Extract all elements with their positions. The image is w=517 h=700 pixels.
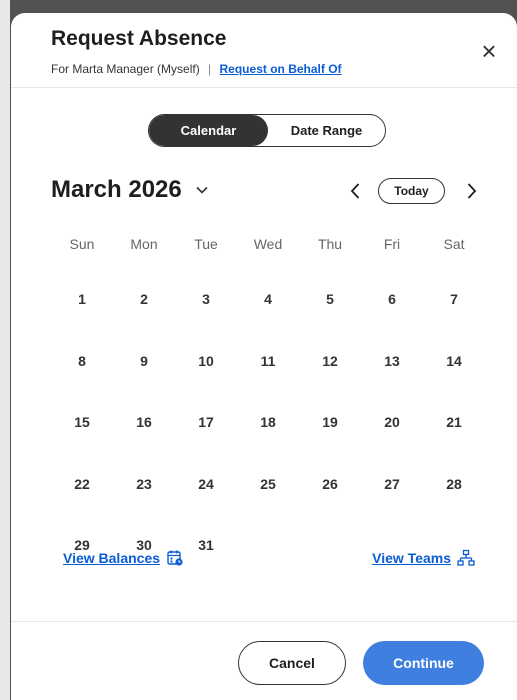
calendar-day[interactable]: 21 <box>423 410 485 434</box>
calendar-day[interactable]: 20 <box>361 410 423 434</box>
view-teams-link[interactable]: View Teams <box>372 549 475 567</box>
calendar-day[interactable]: 25 <box>237 472 299 496</box>
month-label[interactable]: March 2026 <box>51 176 182 204</box>
toggle-calendar[interactable]: Calendar <box>149 115 268 146</box>
view-balances-label: View Balances <box>63 550 161 566</box>
calendar-day[interactable]: 9 <box>113 349 175 373</box>
close-icon[interactable]: × <box>477 38 501 64</box>
calendar-day[interactable]: 11 <box>237 349 299 373</box>
weekday-label: Sat <box>443 236 465 252</box>
dialog-title: Request Absence <box>51 27 227 50</box>
calendar-week: 8 9 10 11 12 13 14 <box>51 349 485 411</box>
continue-button[interactable]: Continue <box>363 641 484 685</box>
weekday-label: Sun <box>69 236 95 252</box>
calendar-day[interactable]: 2 <box>113 287 175 311</box>
calendar-day[interactable]: 22 <box>51 472 113 496</box>
view-balances-link[interactable]: View Balances <box>63 549 184 567</box>
calendar-week: 15 16 17 18 19 20 21 <box>51 410 485 472</box>
chevron-down-icon[interactable] <box>194 182 210 203</box>
calendar-day[interactable]: 15 <box>51 410 113 434</box>
view-toggle: Calendar Date Range <box>148 114 386 147</box>
dialog-footer: Cancel Continue <box>11 621 517 700</box>
calendar-day[interactable]: 24 <box>175 472 237 496</box>
calendar-day[interactable]: 19 <box>299 410 361 434</box>
cancel-button[interactable]: Cancel <box>238 641 346 685</box>
calendar-day[interactable]: 1 <box>51 287 113 311</box>
calendar-day[interactable]: 23 <box>113 472 175 496</box>
month-navigation: March 2026 Today <box>51 176 491 212</box>
calendar-balance-icon <box>167 550 183 566</box>
weekday-label: Thu <box>317 236 343 252</box>
org-chart-icon <box>457 549 475 566</box>
calendar-day[interactable]: 17 <box>175 410 237 434</box>
calendar-day[interactable]: 13 <box>361 349 423 373</box>
dialog-subtitle: For Marta Manager (Myself) | Request on … <box>51 62 342 76</box>
weekday-label: Fri <box>383 236 401 252</box>
weekday-header: Sun Mon Tue Wed Thu Fri Sat <box>51 236 485 252</box>
calendar-day[interactable]: 10 <box>175 349 237 373</box>
calendar-day[interactable]: 4 <box>237 287 299 311</box>
calendar-day[interactable]: 7 <box>423 287 485 311</box>
calendar-day[interactable]: 27 <box>361 472 423 496</box>
chevron-left-icon[interactable] <box>346 181 366 206</box>
calendar-day[interactable]: 5 <box>299 287 361 311</box>
calendar-day[interactable]: 16 <box>113 410 175 434</box>
today-button[interactable]: Today <box>378 178 445 204</box>
calendar-day[interactable]: 26 <box>299 472 361 496</box>
weekday-label: Tue <box>194 236 218 252</box>
weekday-label: Mon <box>130 236 158 252</box>
subtitle-separator: | <box>208 62 212 76</box>
request-absence-dialog: Request Absence For Marta Manager (Mysel… <box>11 13 517 700</box>
view-teams-label: View Teams <box>372 550 451 566</box>
calendar-day[interactable]: 12 <box>299 349 361 373</box>
background-page-strip <box>0 0 10 700</box>
calendar-day[interactable]: 28 <box>423 472 485 496</box>
calendar-week: 1 2 3 4 5 6 7 <box>51 287 485 349</box>
calendar-week: 22 23 24 25 26 27 28 <box>51 472 485 534</box>
subtitle-text: For Marta Manager (Myself) <box>51 62 200 76</box>
chevron-right-icon[interactable] <box>461 181 481 206</box>
calendar-day[interactable]: 14 <box>423 349 485 373</box>
calendar-day[interactable]: 3 <box>175 287 237 311</box>
dialog-header: Request Absence For Marta Manager (Mysel… <box>11 13 517 88</box>
calendar-day[interactable]: 6 <box>361 287 423 311</box>
calendar-links: View Balances View Teams <box>63 549 475 573</box>
weekday-label: Wed <box>253 236 283 252</box>
calendar-day[interactable]: 18 <box>237 410 299 434</box>
toggle-date-range[interactable]: Date Range <box>268 115 385 146</box>
calendar-day[interactable]: 8 <box>51 349 113 373</box>
request-on-behalf-link[interactable]: Request on Behalf Of <box>220 62 342 76</box>
